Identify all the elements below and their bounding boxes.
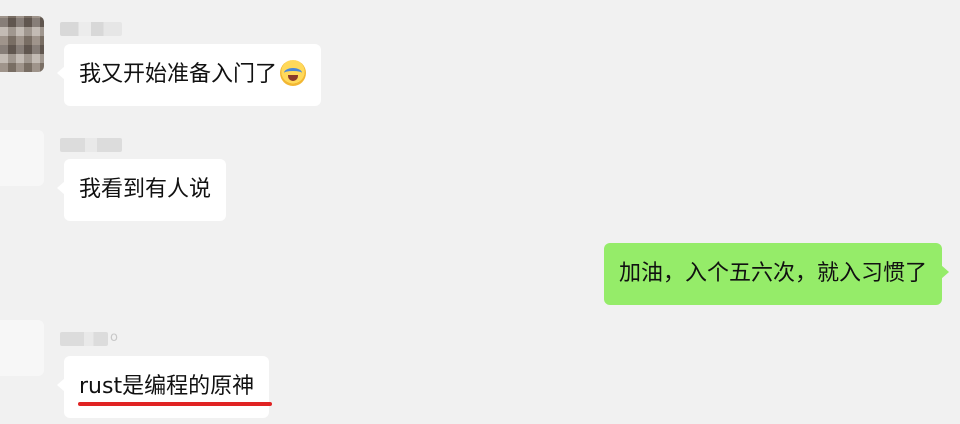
avatar[interactable]: [0, 16, 44, 72]
message-text: 我又开始准备入门了: [79, 62, 278, 87]
message-text: rust是编程的原神: [79, 374, 255, 399]
message-text: 我看到有人说: [79, 177, 212, 202]
message-bubble-incoming[interactable]: rust是编程的原神: [56, 356, 270, 418]
message-bubble-incoming[interactable]: 我又开始准备入门了: [56, 44, 322, 106]
message-bubble-outgoing[interactable]: 加油，入个五六次，就入习惯了: [603, 243, 950, 305]
avatar[interactable]: [0, 320, 44, 376]
message-text: 加油，入个五六次，就入习惯了: [618, 261, 927, 286]
sender-name-suffix: o: [110, 330, 118, 345]
message-bubble-incoming[interactable]: 我看到有人说: [56, 159, 227, 221]
sender-name-blurred: [60, 22, 122, 36]
sender-name-blurred: [60, 138, 122, 152]
avatar[interactable]: [0, 130, 44, 186]
crying-laughing-face-icon: [280, 60, 307, 86]
red-underline-annotation: [78, 402, 272, 406]
sender-name-blurred: [60, 332, 108, 346]
